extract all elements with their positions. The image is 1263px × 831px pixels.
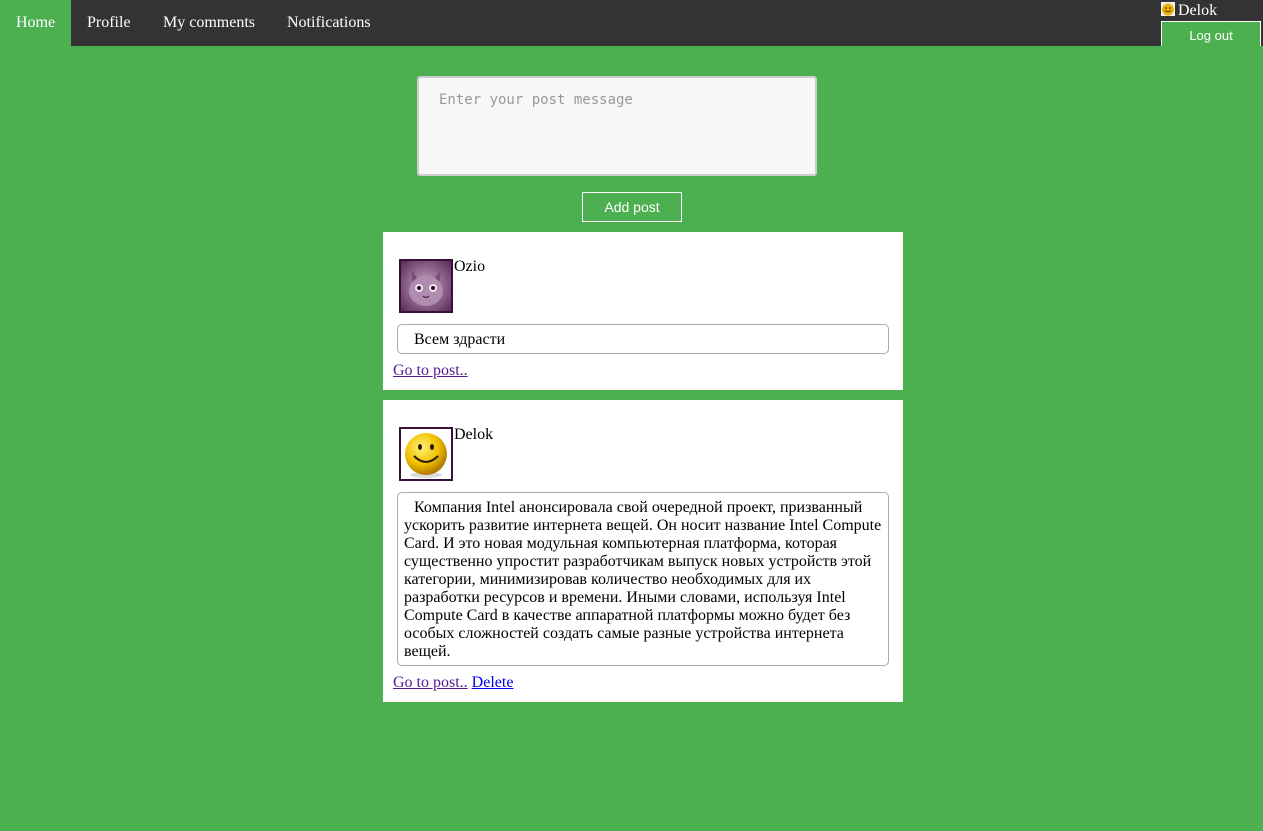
post-card: Delok Компания Intel анонсировала свой о… xyxy=(383,400,903,702)
add-post-button[interactable]: Add post xyxy=(582,192,682,222)
nav-home[interactable]: Home xyxy=(0,0,72,46)
post-text: Всем здрасти xyxy=(397,324,889,354)
nav-my-comments[interactable]: My comments xyxy=(147,0,271,46)
post-actions: Go to post.. xyxy=(393,362,468,380)
top-navbar: Home Profile My comments Notifications D… xyxy=(0,0,1263,46)
smiley-avatar-icon xyxy=(399,427,453,481)
nav-profile[interactable]: Profile xyxy=(71,0,147,46)
post-author: Ozio xyxy=(454,258,486,275)
go-to-post-link[interactable]: Go to post.. xyxy=(393,674,468,691)
post-text: Компания Intel анонсировала свой очередн… xyxy=(397,492,889,666)
user-box: Delok Log out xyxy=(1161,0,1261,46)
post-author: Delok xyxy=(454,426,494,443)
user-name: Delok xyxy=(1178,2,1218,19)
smiley-avatar-icon xyxy=(1161,2,1175,16)
go-to-post-link[interactable]: Go to post.. xyxy=(393,362,468,379)
user-info: Delok xyxy=(1161,0,1217,20)
cat-avatar-icon xyxy=(399,259,453,313)
post-actions: Go to post.. Delete xyxy=(393,674,513,692)
logout-button[interactable]: Log out xyxy=(1161,21,1261,46)
post-message-input[interactable] xyxy=(417,76,817,176)
nav-notifications[interactable]: Notifications xyxy=(271,0,387,46)
delete-post-link[interactable]: Delete xyxy=(472,674,514,691)
post-card: Ozio Всем здрасти Go to post.. xyxy=(383,232,903,390)
